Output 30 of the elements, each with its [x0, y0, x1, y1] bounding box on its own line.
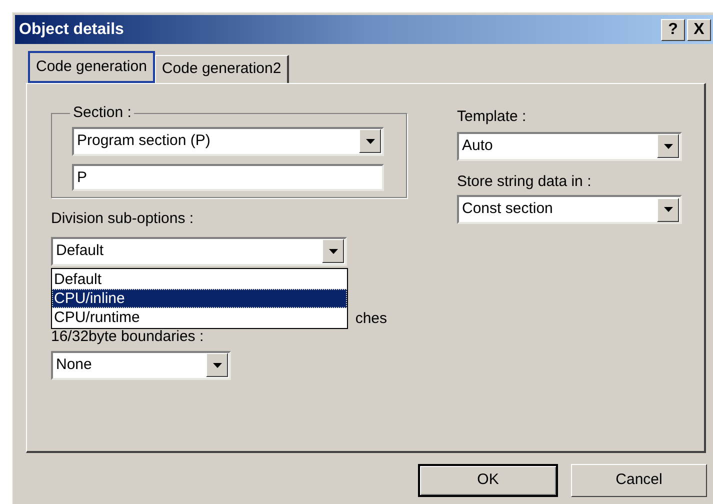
dropdown-button[interactable]: [359, 129, 381, 153]
dropdown-button[interactable]: [657, 198, 679, 222]
tab[interactable]: Code generation2: [154, 55, 290, 83]
field-label: 16/32byte boundaries :: [51, 328, 205, 346]
dropdown-field[interactable]: Default: [51, 236, 347, 266]
dropdown-field[interactable]: None: [51, 350, 231, 380]
group-label: Section :: [72, 103, 132, 123]
tab[interactable]: Code generation: [28, 51, 155, 83]
dropdown-arrow-icon: [212, 362, 222, 368]
dropdown-arrow-icon: [664, 144, 672, 148]
dropdown-button[interactable]: [206, 353, 228, 377]
dropdown-arrow-icon: [664, 207, 672, 212]
help-button[interactable]: ?: [661, 18, 685, 40]
dropdown-field[interactable]: Auto: [457, 132, 682, 160]
dialog-button[interactable]: OK: [418, 464, 558, 497]
dialog-button[interactable]: Cancel: [571, 464, 707, 497]
text-field[interactable]: P: [72, 164, 384, 190]
dropdown-arrow-icon: [366, 138, 374, 144]
field-label: Template :: [457, 107, 528, 127]
dropdown-field[interactable]: Program section (P): [72, 126, 384, 156]
field-label: ches: [355, 310, 387, 328]
dropdown-arrow-icon: [328, 248, 338, 254]
field-label: Store string data in :: [457, 172, 592, 192]
window-title: Object details: [19, 20, 125, 40]
dropdown-option[interactable]: CPU/inline: [52, 288, 347, 308]
field-label: Division sub-options :: [51, 209, 195, 229]
close-button[interactable]: X: [687, 18, 711, 40]
dropdown-field[interactable]: Const section: [457, 195, 682, 224]
dropdown-button[interactable]: [322, 239, 344, 263]
dropdown-button[interactable]: [657, 134, 679, 158]
